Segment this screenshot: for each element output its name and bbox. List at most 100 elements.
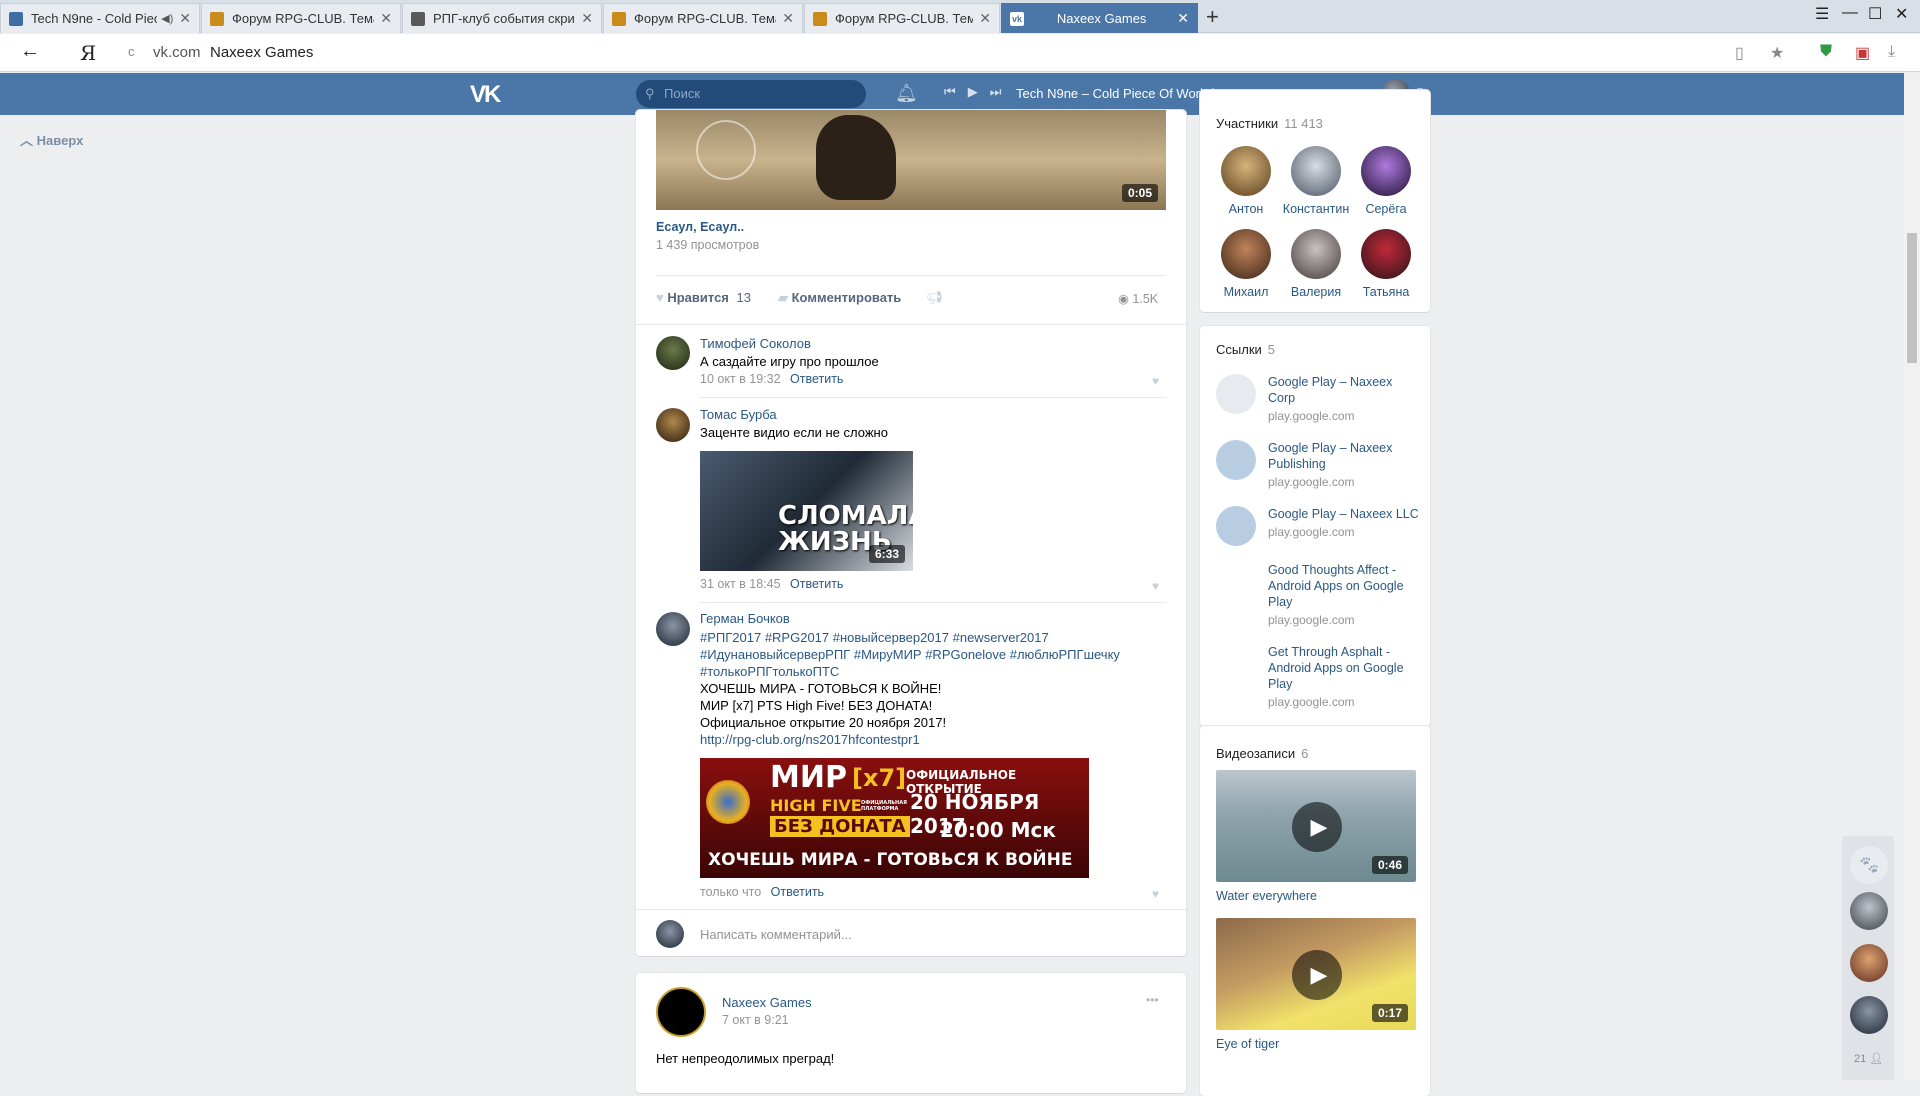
tab-rpg-club[interactable]: РПГ-клуб события скринш ✕ [402,3,602,33]
close-tab-icon[interactable]: ✕ [581,10,593,27]
comment-author[interactable]: Герман Бочков [700,611,790,626]
tab-naxeex-games[interactable]: vk Naxeex Games ✕ [1001,3,1198,33]
previous-track-icon[interactable]: ⏮ [944,84,956,99]
download-icon[interactable]: ⤓ [1888,43,1895,61]
comment-button[interactable]: ▰ Комментировать [778,290,901,306]
group-avatar[interactable] [656,987,706,1037]
comment-input[interactable]: Написать комментарий... [700,927,852,942]
close-window-icon[interactable]: ✕ [1895,4,1908,24]
page-scrollbar[interactable] [1904,73,1920,1080]
online-count[interactable]: 21 👤︎ [1854,1052,1883,1065]
chat-avatar[interactable] [1850,996,1888,1034]
scroll-to-top-link[interactable]: ︿ Наверх [20,130,83,149]
chat-avatar[interactable] [1850,892,1888,930]
tab-forum-3[interactable]: Форум RPG-CLUB. Тема: RP ✕ [804,3,1000,33]
play-icon[interactable]: ▶ [968,84,978,99]
close-tab-icon[interactable]: ✕ [380,10,392,27]
comment-like-icon[interactable]: ♥ [1152,374,1159,388]
video-duration: 0:17 [1371,1004,1408,1022]
comment-date[interactable]: 10 окт в 19:32 [700,372,781,386]
vk-dog-icon[interactable]: 🐾︎ [1850,846,1888,884]
next-wall-post: Naxeex Games 7 окт в 9:21 ••• Нет непрео… [636,973,1186,1093]
tab-forum-2[interactable]: Форум RPG-CLUB. Тема: RP ✕ [603,3,803,33]
horse-silhouette [816,115,896,200]
videos-title[interactable]: Видеозаписи 6 [1216,746,1308,761]
member-item[interactable]: Антон [1211,146,1281,216]
comment-date[interactable]: только что [700,885,761,899]
url-page-title[interactable]: Naxeex Games [210,44,313,61]
close-tab-icon[interactable]: ✕ [1177,10,1189,27]
reply-link[interactable]: Ответить [790,372,843,386]
hashtags[interactable]: #толькоРПГтолькоПТС [700,663,1160,680]
protect-shield-icon[interactable]: ⛊ [1820,43,1832,61]
comment-text: Заценте видио если не сложно [700,425,888,440]
member-item[interactable]: Татьяна [1351,229,1421,299]
member-item[interactable]: Константин [1281,146,1351,216]
member-item[interactable]: Серёга [1351,146,1421,216]
lock-icon[interactable]: ▯ [1735,43,1744,63]
reply-link[interactable]: Ответить [771,885,824,899]
extension-icon[interactable]: ▣ [1855,43,1870,63]
links-title[interactable]: Ссылки 5 [1216,342,1275,357]
comment-like-icon[interactable]: ♥ [1152,887,1159,901]
post-date[interactable]: 7 окт в 9:21 [722,1013,789,1027]
url-host[interactable]: vk.com [153,44,201,61]
commenter-avatar[interactable] [656,612,690,646]
link-title: Google Play – Naxeex Corp [1268,375,1393,405]
video-thumbnail[interactable]: ▶ 0:46 [1216,770,1416,882]
share-megaphone-icon[interactable]: 📢︎ [926,290,943,306]
search-input[interactable]: ⚲ Поиск [636,80,866,108]
attached-video-thumbnail[interactable]: СЛОМАЛА ЖИЗНЬ 6:33 [700,451,913,571]
member-item[interactable]: Валерия [1281,229,1351,299]
more-options-icon[interactable]: ••• [1146,993,1159,1007]
audio-player-controls: ⏮ ▶ ⏭ [944,84,1013,100]
page-info-icon[interactable]: c [128,44,135,59]
reply-link[interactable]: Ответить [790,577,843,591]
event-banner-image[interactable]: МИР [x7] HIGH FIVE ОФИЦИАЛЬНАЯ ПЛАТФОРМА… [700,758,1089,878]
post-author[interactable]: Naxeex Games [722,995,812,1010]
video-title[interactable]: Eye of tiger [1216,1037,1279,1051]
external-url-link[interactable]: http://rpg-club.org/ns2017hfcontestpr1 [700,731,1160,748]
video-thumbnail[interactable]: ▶ 0:17 [1216,918,1416,1030]
close-tab-icon[interactable]: ✕ [179,10,191,27]
video-title[interactable]: Water everywhere [1216,889,1317,903]
bookmark-star-icon[interactable]: ★ [1770,43,1784,63]
comment-author[interactable]: Тимофей Соколов [700,336,811,351]
video-title[interactable]: Есаул, Есаул.. [656,220,744,234]
member-avatar [1361,229,1411,279]
members-title[interactable]: Участники 11 413 [1216,116,1323,131]
tab-tech-n9ne[interactable]: Tech N9ne - Cold Piec ◀) ✕ [0,3,200,33]
play-icon: ▶ [1292,802,1342,852]
new-tab-button[interactable]: + [1206,4,1219,30]
comment-like-icon[interactable]: ♥ [1152,579,1159,593]
chat-avatar[interactable] [1850,944,1888,982]
close-tab-icon[interactable]: ✕ [979,10,991,27]
vk-header: VK ⚲ Поиск 🔔︎ ⏮ ▶ ⏭ Tech N9ne – Cold Piece… [0,73,1920,115]
tab-forum-1[interactable]: Форум RPG-CLUB. Тема: М ✕ [201,3,401,33]
minimize-icon[interactable]: — [1842,4,1858,22]
comment-meta: только что Ответить [700,885,824,899]
yandex-logo-icon[interactable]: Я [80,41,96,65]
vk-logo-icon[interactable]: VK [470,81,501,109]
hashtags[interactable]: #РПГ2017 #RPG2017 #новыйсервер2017 #news… [700,629,1160,646]
divider [700,397,1166,398]
maximize-icon[interactable]: ☐ [1868,4,1882,24]
next-track-icon[interactable]: ⏭ [990,84,1002,99]
commenter-avatar[interactable] [656,408,690,442]
like-button[interactable]: ♥ Нравится 13 [656,290,751,305]
video-views: 1 439 просмотров [656,238,760,252]
hashtags[interactable]: #ИдунановыйсерверРПГ #МируМИР #RPGonelov… [700,646,1160,663]
video-thumbnail[interactable]: 0:05 [656,110,1166,210]
post-text: Нет непреодолимых преград! [656,1051,835,1066]
commenter-avatar[interactable] [656,336,690,370]
member-item[interactable]: Михаил [1211,229,1281,299]
back-arrow-icon[interactable]: ← [20,40,40,63]
menu-icon[interactable]: ☰ [1815,4,1829,24]
comment-author[interactable]: Томас Бурба [700,407,777,422]
speaker-icon[interactable]: ◀) [161,12,173,25]
notifications-bell-icon[interactable]: 🔔︎ [895,83,918,104]
comment-date[interactable]: 31 окт в 18:45 [700,577,781,591]
close-tab-icon[interactable]: ✕ [782,10,794,27]
scrollbar-thumb[interactable] [1907,233,1917,363]
play-icon: ▶ [1292,950,1342,1000]
